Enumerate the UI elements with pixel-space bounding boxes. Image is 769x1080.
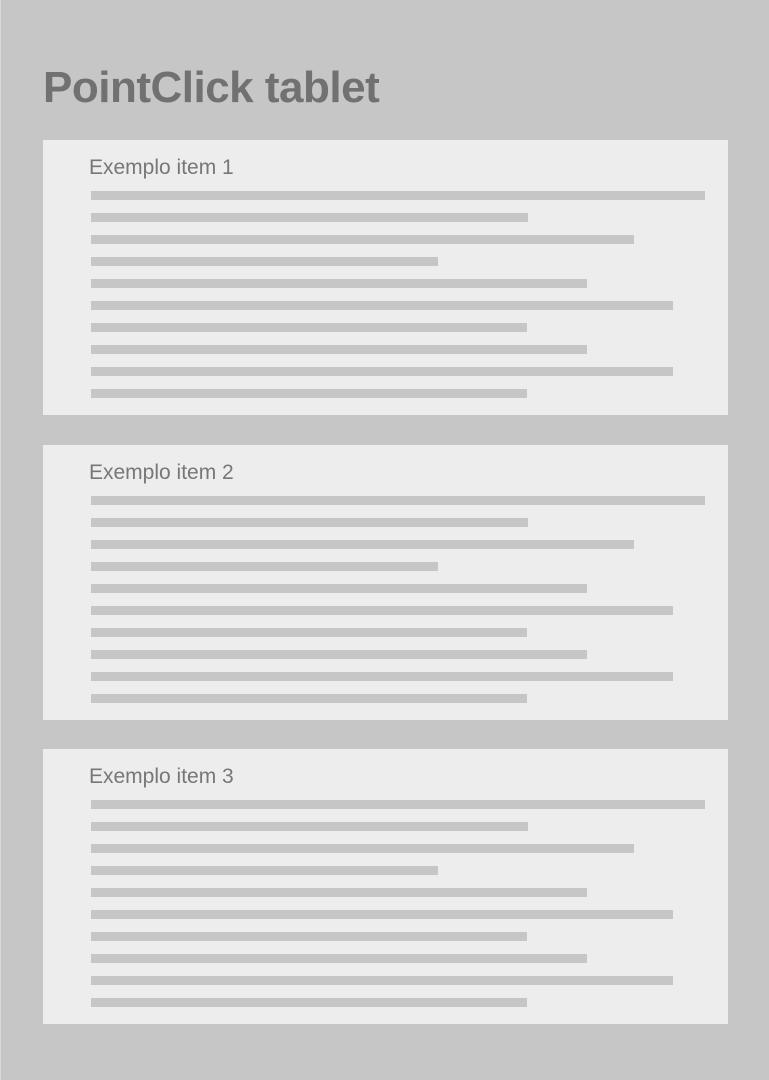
placeholder-text-line [91,279,587,288]
list-item-title: Exemplo item 3 [89,765,234,788]
list-item-card[interactable]: Exemplo item 1 [43,140,728,415]
placeholder-text-line [91,866,438,875]
placeholder-text-line [91,367,673,376]
list-item-title: Exemplo item 2 [89,461,234,484]
placeholder-text-line [91,213,528,222]
placeholder-text-line [91,800,705,809]
placeholder-text-line [91,389,527,398]
app-title: PointClick tablet [43,63,380,112]
placeholder-text-line [91,345,587,354]
placeholder-text-line [91,562,438,571]
placeholder-text-line [91,888,587,897]
placeholder-text-line [91,650,587,659]
list-item-card[interactable]: Exemplo item 3 [43,749,728,1024]
placeholder-text-line [91,672,673,681]
placeholder-text-line [91,606,673,615]
placeholder-text-line [91,822,528,831]
placeholder-text-line [91,954,587,963]
placeholder-text-line [91,518,528,527]
placeholder-text-line [91,323,527,332]
placeholder-text-line [91,932,527,941]
placeholder-text-line [91,694,527,703]
placeholder-text-line [91,910,673,919]
placeholder-text-line [91,584,587,593]
placeholder-text-line [91,628,527,637]
placeholder-text-line [91,998,527,1007]
list-item-title: Exemplo item 1 [89,156,234,179]
left-edge-divider [0,0,1,1080]
placeholder-text-line [91,235,634,244]
list-item-card[interactable]: Exemplo item 2 [43,445,728,720]
placeholder-text-line [91,257,438,266]
placeholder-text-line [91,191,705,200]
placeholder-text-line [91,496,705,505]
placeholder-text-line [91,301,673,310]
placeholder-text-line [91,540,634,549]
placeholder-text-line [91,976,673,985]
placeholder-text-line [91,844,634,853]
